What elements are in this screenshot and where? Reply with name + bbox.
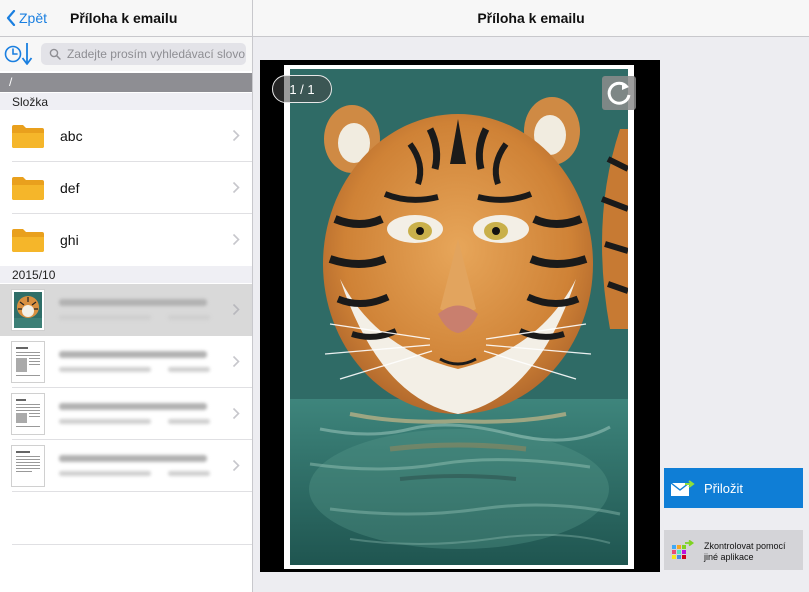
page-counter: 1 / 1 — [272, 75, 332, 103]
file-thumbnail — [12, 290, 44, 330]
chevron-right-icon — [232, 355, 240, 368]
search-row — [0, 37, 252, 71]
file-name-redacted — [59, 351, 207, 358]
row-divider — [12, 491, 252, 492]
file-row[interactable] — [0, 388, 252, 440]
search-input[interactable] — [66, 47, 246, 61]
folder-row-def[interactable]: def — [0, 162, 252, 214]
attach-label: Přiložit — [704, 481, 744, 496]
open-in-other-app-button[interactable]: Zkontrolovat pomocí jiné aplikace — [664, 530, 803, 570]
folder-row-abc[interactable]: abc — [0, 110, 252, 162]
file-date-redacted — [59, 419, 151, 424]
folders-section-label: Složka — [12, 95, 49, 109]
back-button[interactable]: Zpět — [6, 8, 47, 28]
folder-name: def — [60, 180, 80, 196]
file-browser-panel: Zpět Příloha k emailu / Složka abc d — [0, 0, 252, 592]
file-name-redacted — [59, 403, 207, 410]
file-date-redacted — [59, 471, 151, 476]
mail-attach-icon — [670, 480, 695, 496]
document-viewer[interactable]: 1 / 1 — [260, 60, 660, 572]
folder-icon — [12, 229, 44, 252]
rotate-button[interactable] — [602, 76, 636, 110]
sort-history-icon — [4, 43, 33, 65]
list-divider — [12, 544, 252, 545]
right-nav-bar: Příloha k emailu — [253, 0, 809, 37]
tiger-photo — [290, 69, 628, 565]
path-bar: / — [0, 73, 252, 92]
folder-icon — [12, 177, 44, 200]
other-app-label: Zkontrolovat pomocí jiné aplikace — [704, 541, 786, 562]
chevron-left-icon — [6, 10, 16, 26]
search-icon — [49, 48, 61, 60]
left-nav-bar: Zpět Příloha k emailu — [0, 0, 252, 37]
rotate-icon — [607, 81, 631, 105]
document-page — [284, 65, 634, 569]
file-size-redacted — [168, 419, 210, 424]
folder-icon — [12, 125, 44, 148]
file-thumbnail — [12, 394, 44, 434]
folder-name: ghi — [60, 232, 79, 248]
file-row[interactable] — [0, 336, 252, 388]
files-section-header: 2015/10 — [0, 266, 252, 283]
file-date-redacted — [59, 315, 151, 320]
file-name-redacted — [59, 455, 207, 462]
sort-history-button[interactable] — [3, 41, 35, 67]
files-section-label: 2015/10 — [12, 268, 56, 282]
folders-section-header: Složka — [0, 93, 252, 110]
chevron-right-icon — [232, 129, 240, 142]
preview-panel: Příloha k emailu 1 / 1 Přiložit Zkontrol… — [253, 0, 809, 592]
file-name-redacted — [59, 299, 207, 306]
app-grid-icon — [672, 540, 695, 559]
right-panel-title: Příloha k emailu — [477, 10, 585, 26]
chevron-right-icon — [232, 303, 240, 316]
path-text: / — [9, 75, 13, 89]
chevron-right-icon — [232, 459, 240, 472]
file-size-redacted — [168, 315, 210, 320]
file-thumbnail — [12, 342, 44, 382]
file-row-selected[interactable] — [0, 284, 252, 336]
left-panel-title: Příloha k emailu — [70, 10, 178, 26]
attach-button[interactable]: Přiložit — [664, 468, 803, 508]
back-label: Zpět — [19, 10, 48, 26]
file-row[interactable] — [0, 440, 252, 492]
chevron-right-icon — [232, 407, 240, 420]
folder-row-ghi[interactable]: ghi — [0, 214, 252, 266]
chevron-right-icon — [232, 233, 240, 246]
file-size-redacted — [168, 471, 210, 476]
folder-name: abc — [60, 128, 83, 144]
file-size-redacted — [168, 367, 210, 372]
chevron-right-icon — [232, 181, 240, 194]
file-thumbnail — [12, 446, 44, 486]
file-date-redacted — [59, 367, 151, 372]
search-field[interactable] — [41, 43, 246, 65]
